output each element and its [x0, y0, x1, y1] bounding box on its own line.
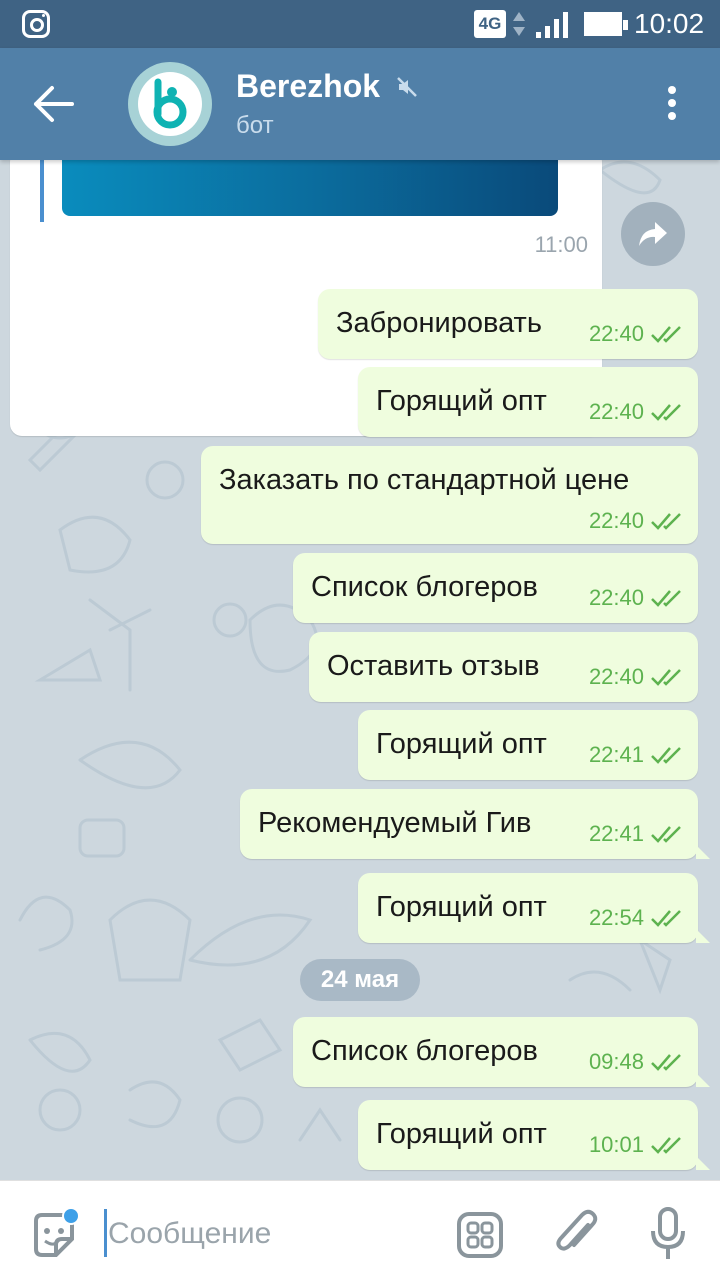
text-cursor [104, 1209, 107, 1257]
network-type-badge: 4G [474, 10, 506, 38]
message-time: 22:40 [588, 508, 644, 533]
message-time: 22:41 [588, 742, 644, 767]
message-time: 10:01 [588, 1132, 644, 1157]
chat-subtitle: бот [236, 112, 274, 139]
share-arrow-icon [639, 222, 667, 246]
read-check-icon [651, 404, 681, 421]
instagram-notification-icon [22, 10, 50, 38]
status-clock: 10:02 [634, 8, 705, 39]
message-time: 11:00 [534, 232, 588, 257]
signal-strength-icon [536, 12, 568, 38]
message-text: Оставить отзыв [327, 650, 540, 682]
chat-header: Berezhok бот [0, 48, 720, 160]
message-text: Горящий опт [376, 1118, 547, 1150]
chat-title[interactable]: Berezhok [236, 68, 380, 105]
message-composer [0, 1180, 720, 1280]
outgoing-message[interactable]: Заказать по стандартной цене 22:40 [201, 446, 698, 544]
muted-speaker-icon [397, 77, 417, 97]
outgoing-message[interactable]: Список блогеров 09:48 [293, 1017, 710, 1087]
microphone-icon[interactable] [650, 1207, 686, 1261]
battery-icon [584, 12, 628, 36]
share-button[interactable] [621, 202, 685, 266]
message-time: 22:54 [588, 905, 644, 930]
message-input[interactable] [108, 1211, 428, 1257]
read-check-icon [651, 826, 681, 843]
berezhok-logo-icon [153, 78, 187, 129]
data-arrows-icon [513, 12, 525, 36]
message-text: Горящий опт [376, 891, 547, 923]
message-text: Рекомендуемый Гив [258, 807, 532, 839]
outgoing-message[interactable]: Горящий опт 10:01 [358, 1100, 710, 1170]
link-preview-image[interactable] [62, 160, 558, 216]
message-time: 09:48 [588, 1049, 644, 1074]
outgoing-message[interactable]: Горящий опт 22:40 [358, 367, 698, 437]
message-time: 22:40 [588, 399, 644, 424]
read-check-icon [651, 747, 681, 764]
message-text: Список блогеров [311, 571, 538, 603]
message-text: Список блогеров [311, 1035, 538, 1067]
overflow-menu-icon[interactable] [660, 84, 684, 124]
status-bar: 4G 10:02 [0, 0, 720, 48]
message-text: Горящий опт [376, 385, 547, 417]
message-time: 22:40 [588, 664, 644, 689]
message-text: Забронировать [336, 307, 542, 339]
date-separator: 24 мая [300, 959, 420, 1001]
outgoing-message[interactable]: Оставить отзыв 22:40 [309, 632, 698, 702]
paperclip-icon[interactable] [552, 1207, 600, 1259]
message-time: 22:40 [588, 321, 644, 346]
read-check-icon [651, 1054, 681, 1071]
outgoing-message[interactable]: Горящий опт 22:41 [358, 710, 698, 780]
read-check-icon [651, 513, 681, 530]
outgoing-message[interactable]: Горящий опт 22:54 [358, 873, 710, 943]
read-check-icon [651, 590, 681, 607]
outgoing-message[interactable]: Список блогеров 22:40 [293, 553, 698, 623]
message-text: Горящий опт [376, 728, 547, 760]
message-time: 22:40 [588, 585, 644, 610]
message-text: Заказать по стандартной цене [219, 464, 630, 496]
read-check-icon [651, 669, 681, 686]
read-check-icon [651, 1137, 681, 1154]
message-list[interactable]: 11:00 Забронировать 22:40 Горящий опт 22… [0, 160, 720, 1180]
read-check-icon [651, 910, 681, 927]
bot-keyboard-icon[interactable] [456, 1211, 504, 1259]
bot-avatar[interactable] [128, 62, 212, 146]
new-stickers-badge [62, 1207, 80, 1225]
outgoing-message[interactable]: Забронировать 22:40 [318, 289, 698, 359]
back-arrow-icon[interactable] [32, 84, 76, 124]
outgoing-message[interactable]: Рекомендуемый Гив 22:41 [240, 789, 710, 859]
read-check-icon [651, 326, 681, 343]
link-preview-bar [40, 160, 44, 222]
message-time: 22:41 [588, 821, 644, 846]
